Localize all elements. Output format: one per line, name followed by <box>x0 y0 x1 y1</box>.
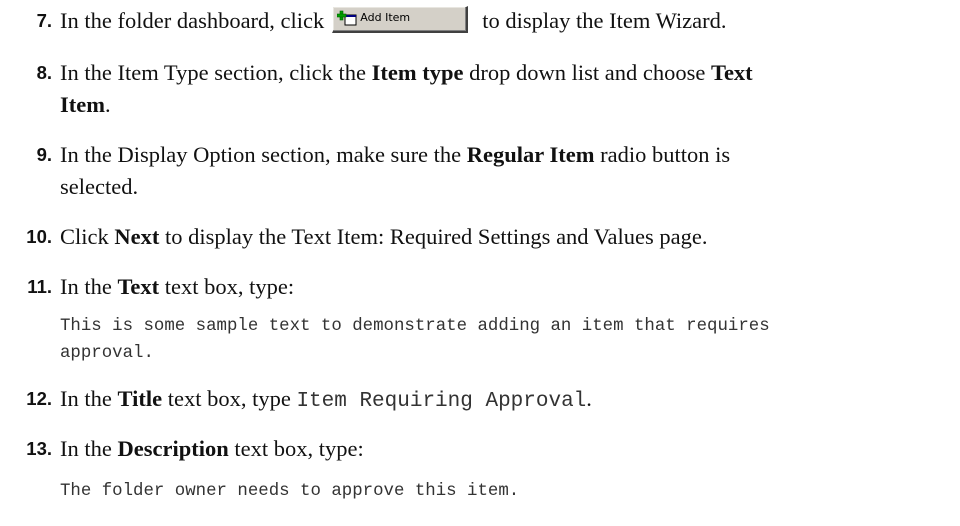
step-text-part: . <box>586 386 592 411</box>
ui-term-text-item-cont: Item <box>60 92 105 117</box>
code-line: This is some sample text to demonstrate … <box>60 317 770 336</box>
step-text-part: In the folder dashboard, click <box>60 8 325 33</box>
step-text-part: text box, type: <box>159 274 295 299</box>
step-text-part: . <box>104 92 111 117</box>
typed-value-title: Item Requiring Approval <box>296 390 587 413</box>
code-line: The folder owner needs to approve this i… <box>60 482 520 501</box>
step-text-part: drop down list and choose <box>463 60 711 85</box>
step-number: 11. <box>27 276 52 297</box>
step-text: Click Next to display the Text Item: Req… <box>60 221 955 253</box>
step-text-part: radio button is <box>594 142 731 167</box>
step-text-part: In the Item Type section, click the <box>60 60 372 85</box>
step-text-part: In the <box>60 436 118 461</box>
step-text: In the Description text box, type: <box>60 433 955 465</box>
code-sample-text: This is some sample text to demonstrate … <box>60 313 940 367</box>
ui-term-text: Text <box>117 274 160 299</box>
ui-term-next: Next <box>114 224 160 249</box>
step-text: In the Text text box, type: <box>60 271 955 303</box>
step-number: 10. <box>26 226 52 247</box>
step-text-part: Click <box>60 224 115 249</box>
document-page: 7. In the folder dashboard, click Add Ite… <box>0 0 960 526</box>
add-item-button[interactable]: Add Item <box>332 6 469 33</box>
step-text-part: to display the Text Item: Required Setti… <box>159 224 708 249</box>
ui-term-description: Description <box>117 436 229 461</box>
ui-term-text-item: Text <box>711 60 753 85</box>
step-number: 8. <box>36 62 52 83</box>
step-text-part: to display the Item Wizard. <box>482 8 727 33</box>
code-sample-description: The folder owner needs to approve this i… <box>60 478 940 505</box>
step-text: In the folder dashboard, click Add Item to… <box>60 5 955 37</box>
step-number: 12. <box>26 388 52 409</box>
step-text-part: selected. <box>60 174 139 199</box>
step-number: 9. <box>36 144 52 165</box>
step-text-part: text box, type <box>162 386 297 411</box>
step-text: In the Display Option section, make sure… <box>60 139 955 203</box>
step-text: In the Title text box, type Item Requiri… <box>60 383 955 418</box>
add-item-icon <box>337 10 357 26</box>
step-text-part: text box, type: <box>228 436 364 461</box>
step-number: 7. <box>36 10 52 31</box>
step-text-part: In the <box>60 274 118 299</box>
step-text: In the Item Type section, click the Item… <box>60 57 955 121</box>
step-text-part: In the <box>60 386 118 411</box>
ui-term-item-type: Item type <box>371 60 464 85</box>
step-text-part: In the Display Option section, make sure… <box>60 142 467 167</box>
code-line: approval. <box>60 344 154 363</box>
ui-term-regular-item: Regular Item <box>466 142 595 167</box>
ui-term-title: Title <box>117 386 163 411</box>
step-number: 13. <box>26 438 52 459</box>
add-item-button-label: Add Item <box>360 11 411 24</box>
